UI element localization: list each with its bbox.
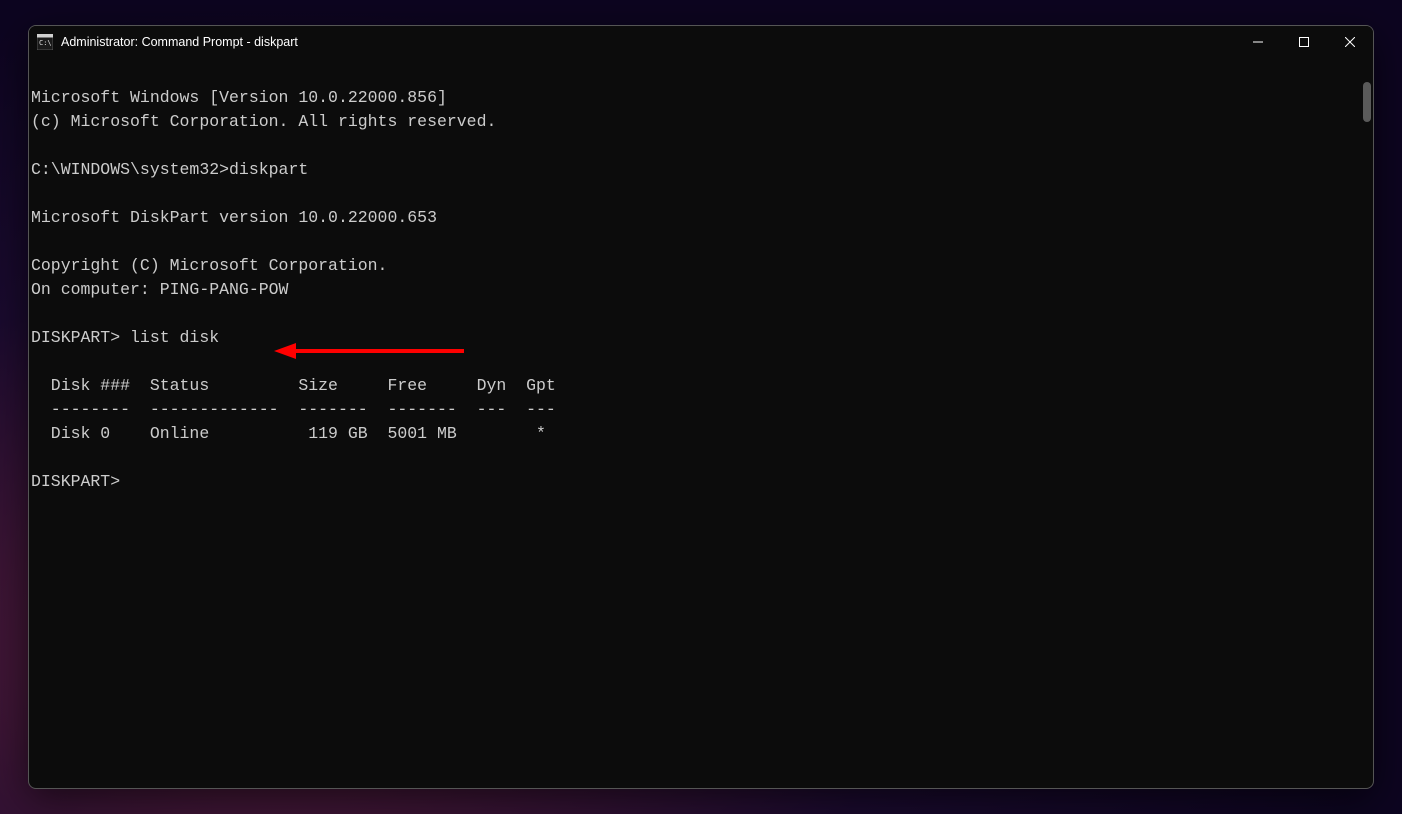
titlebar[interactable]: C:\ Administrator: Command Prompt - disk… (29, 26, 1373, 58)
window-controls (1235, 26, 1373, 58)
scrollbar-thumb[interactable] (1363, 82, 1371, 122)
maximize-button[interactable] (1281, 26, 1327, 58)
output-line: On computer: PING-PANG-POW (31, 280, 288, 299)
scrollbar[interactable] (1359, 58, 1373, 788)
table-row: Disk 0 Online 119 GB 5001 MB * (31, 424, 546, 443)
command-prompt-window: C:\ Administrator: Command Prompt - disk… (28, 25, 1374, 789)
terminal-output[interactable]: Microsoft Windows [Version 10.0.22000.85… (29, 58, 1373, 788)
svg-text:C:\: C:\ (39, 39, 52, 47)
output-line: Copyright (C) Microsoft Corporation. (31, 256, 387, 275)
output-line: Microsoft Windows [Version 10.0.22000.85… (31, 88, 447, 107)
prompt-line: DISKPART> list disk (31, 328, 219, 347)
output-line: (c) Microsoft Corporation. All rights re… (31, 112, 496, 131)
close-button[interactable] (1327, 26, 1373, 58)
table-header: Disk ### Status Size Free Dyn Gpt (31, 376, 556, 395)
table-divider: -------- ------------- ------- ------- -… (31, 400, 556, 419)
cmd-icon: C:\ (37, 34, 53, 50)
prompt-line: C:\WINDOWS\system32>diskpart (31, 160, 308, 179)
window-title: Administrator: Command Prompt - diskpart (61, 35, 1235, 49)
prompt-line: DISKPART> (31, 472, 120, 491)
minimize-button[interactable] (1235, 26, 1281, 58)
output-line: Microsoft DiskPart version 10.0.22000.65… (31, 208, 437, 227)
